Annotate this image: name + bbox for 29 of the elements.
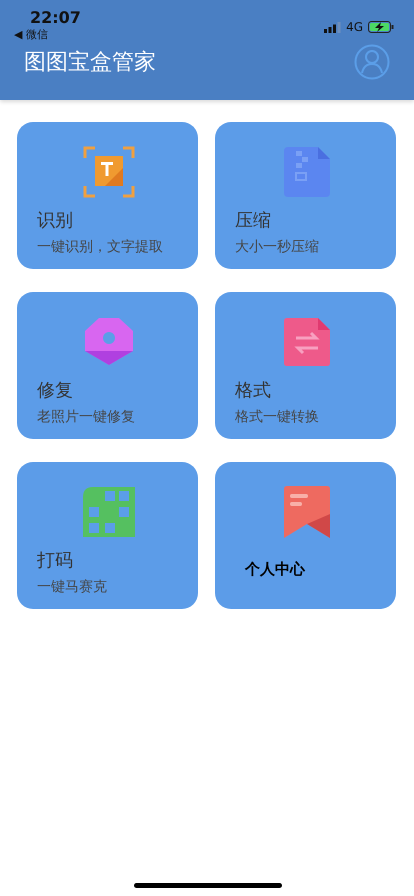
clock: 22:07 [30, 8, 81, 27]
app-title: 图图宝盒管家 [24, 49, 156, 77]
signal-icon [324, 22, 342, 32]
card-subtitle: 一键识别，文字提取 [37, 238, 164, 256]
feature-card[interactable]: 打码 一键马赛克 [17, 462, 198, 609]
card-title: 格式 [235, 379, 272, 402]
file-swap-icon [284, 318, 330, 366]
user-icon[interactable] [354, 44, 390, 80]
zip-file-icon [284, 147, 330, 197]
bookmark-icon [284, 486, 330, 538]
card-subtitle: 一键马赛克 [37, 578, 108, 596]
card-subtitle: 老照片一键修复 [37, 408, 136, 426]
grid-icon [82, 487, 134, 537]
feature-card[interactable]: 修复 老照片一键修复 [17, 292, 198, 439]
octagon-icon [82, 317, 134, 367]
back-link[interactable]: ◀ 微信 [14, 27, 81, 42]
feature-card[interactable]: 压缩 大小一秒压缩 [215, 122, 396, 269]
card-title: 打码 [37, 549, 74, 572]
card-subtitle: 大小一秒压缩 [235, 238, 320, 256]
feature-card[interactable]: 格式 格式一键转换 [215, 292, 396, 439]
card-subtitle: 格式一键转换 [235, 408, 320, 426]
card-title: 个人中心 [245, 560, 306, 579]
network-label: 4G [346, 20, 363, 34]
feature-card[interactable]: 识别 一键识别，文字提取 [17, 122, 198, 269]
card-title: 修复 [37, 379, 74, 402]
text-scan-icon [82, 146, 134, 198]
card-title: 识别 [37, 209, 74, 232]
feature-card[interactable]: 个人中心 [215, 462, 396, 609]
card-title: 压缩 [235, 209, 272, 232]
